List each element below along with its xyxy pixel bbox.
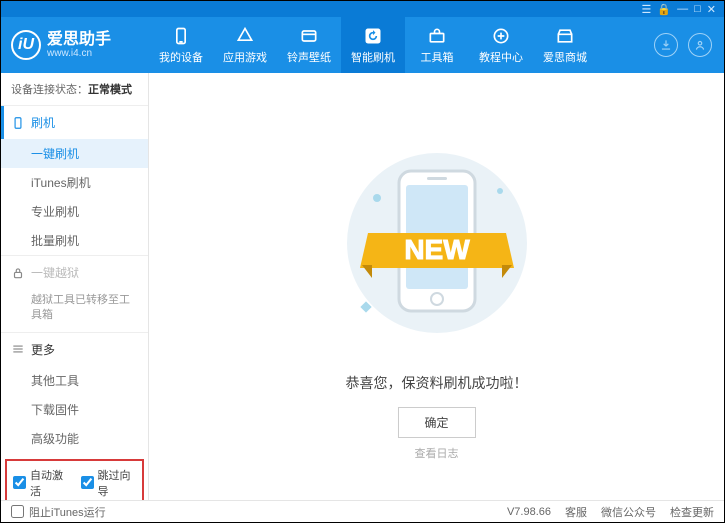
minimize-icon[interactable]: — [677,3,688,15]
sidebar-other-tools[interactable]: 其他工具 [1,366,148,395]
toolbox-icon [427,26,447,46]
folder-icon [299,26,319,46]
new-badge-text: NEW [404,234,470,265]
sidebar: 设备连接状态：正常模式 刷机 一键刷机 iTunes刷机 专业刷机 批量刷机 一… [1,73,149,500]
phone-icon [171,26,191,46]
sidebar-jailbreak[interactable]: 一键越狱 [1,256,148,289]
checkbox-input[interactable] [11,505,24,518]
sidebar-batch-flash[interactable]: 批量刷机 [1,226,148,255]
sidebar-advanced[interactable]: 高级功能 [1,424,148,453]
sidebar-label: 更多 [31,341,55,358]
nav-my-device[interactable]: 我的设备 [149,17,213,73]
menu-icon [11,342,25,356]
conn-label: 设备连接状态： [11,84,88,96]
menu-icon[interactable]: ☰ [642,3,652,16]
jailbreak-note: 越狱工具已转移至工具箱 [1,289,148,332]
lock-icon [11,266,25,280]
nav-label: 智能刷机 [351,49,395,65]
nav-label: 爱思商城 [543,49,587,65]
sidebar-itunes-flash[interactable]: iTunes刷机 [1,168,148,197]
shop-icon [555,26,575,46]
nav-tutorials[interactable]: 教程中心 [469,17,533,73]
book-icon [491,26,511,46]
logo-icon: iU [11,30,41,60]
connection-status: 设备连接状态：正常模式 [1,73,148,105]
main-content: NEW 恭喜您，保资料刷机成功啦！ 确定 查看日志 [149,73,724,500]
skip-guide-checkbox[interactable]: 跳过向导 [81,467,137,499]
view-log-link[interactable]: 查看日志 [149,445,724,461]
service-link[interactable]: 客服 [565,504,587,520]
close-icon[interactable]: ✕ [707,3,716,16]
success-message: 恭喜您，保资料刷机成功啦！ [149,373,724,393]
ok-button[interactable]: 确定 [397,407,475,438]
auto-activate-checkbox[interactable]: 自动激活 [13,467,69,499]
app-title: 爱思助手 [47,31,111,49]
logo-area: iU 爱思助手 www.i4.cn [1,30,149,60]
download-icon[interactable] [654,33,678,57]
refresh-icon [363,26,383,46]
nav-label: 铃声壁纸 [287,49,331,65]
options-highlight-box: 自动激活 跳过向导 [5,459,144,500]
nav-toolbox[interactable]: 工具箱 [405,17,469,73]
wechat-link[interactable]: 微信公众号 [601,504,656,520]
checkbox-label: 阻止iTunes运行 [29,504,106,520]
nav-ringtones[interactable]: 铃声壁纸 [277,17,341,73]
header-right [654,33,724,57]
checkbox-input[interactable] [81,476,94,489]
sidebar-download-firmware[interactable]: 下载固件 [1,395,148,424]
nav-label: 我的设备 [159,49,203,65]
phone-icon [11,116,25,130]
checkbox-input[interactable] [13,476,26,489]
main-nav: 我的设备 应用游戏 铃声壁纸 智能刷机 工具箱 教程中心 爱思商城 [149,17,654,73]
nav-label: 工具箱 [421,49,454,65]
status-bar: 阻止iTunes运行 V7.98.66 客服 微信公众号 检查更新 [1,500,724,522]
nav-label: 教程中心 [479,49,523,65]
sidebar-label: 刷机 [31,114,55,131]
lock-icon[interactable]: 🔒 [657,3,671,16]
window-controls: ☰ 🔒 — □ ✕ [1,1,724,17]
version-label: V7.98.66 [507,506,551,518]
conn-value: 正常模式 [88,84,132,96]
apps-icon [235,26,255,46]
maximize-icon[interactable]: □ [694,3,701,15]
sidebar-pro-flash[interactable]: 专业刷机 [1,197,148,226]
user-icon[interactable] [688,33,712,57]
nav-shop[interactable]: 爱思商城 [533,17,597,73]
checkbox-label: 跳过向导 [98,467,137,499]
nav-flash[interactable]: 智能刷机 [341,17,405,73]
nav-label: 应用游戏 [223,49,267,65]
app-header: iU 爱思助手 www.i4.cn 我的设备 应用游戏 铃声壁纸 智能刷机 工具… [1,17,724,73]
checkbox-label: 自动激活 [30,467,69,499]
sidebar-flash[interactable]: 刷机 [1,106,148,139]
nav-apps[interactable]: 应用游戏 [213,17,277,73]
sidebar-more[interactable]: 更多 [1,333,148,366]
block-itunes-checkbox[interactable]: 阻止iTunes运行 [11,504,106,520]
success-illustration: NEW [332,143,542,346]
sidebar-label: 一键越狱 [31,264,79,281]
app-url: www.i4.cn [47,48,111,59]
sidebar-one-click-flash[interactable]: 一键刷机 [1,139,148,168]
update-link[interactable]: 检查更新 [670,504,714,520]
